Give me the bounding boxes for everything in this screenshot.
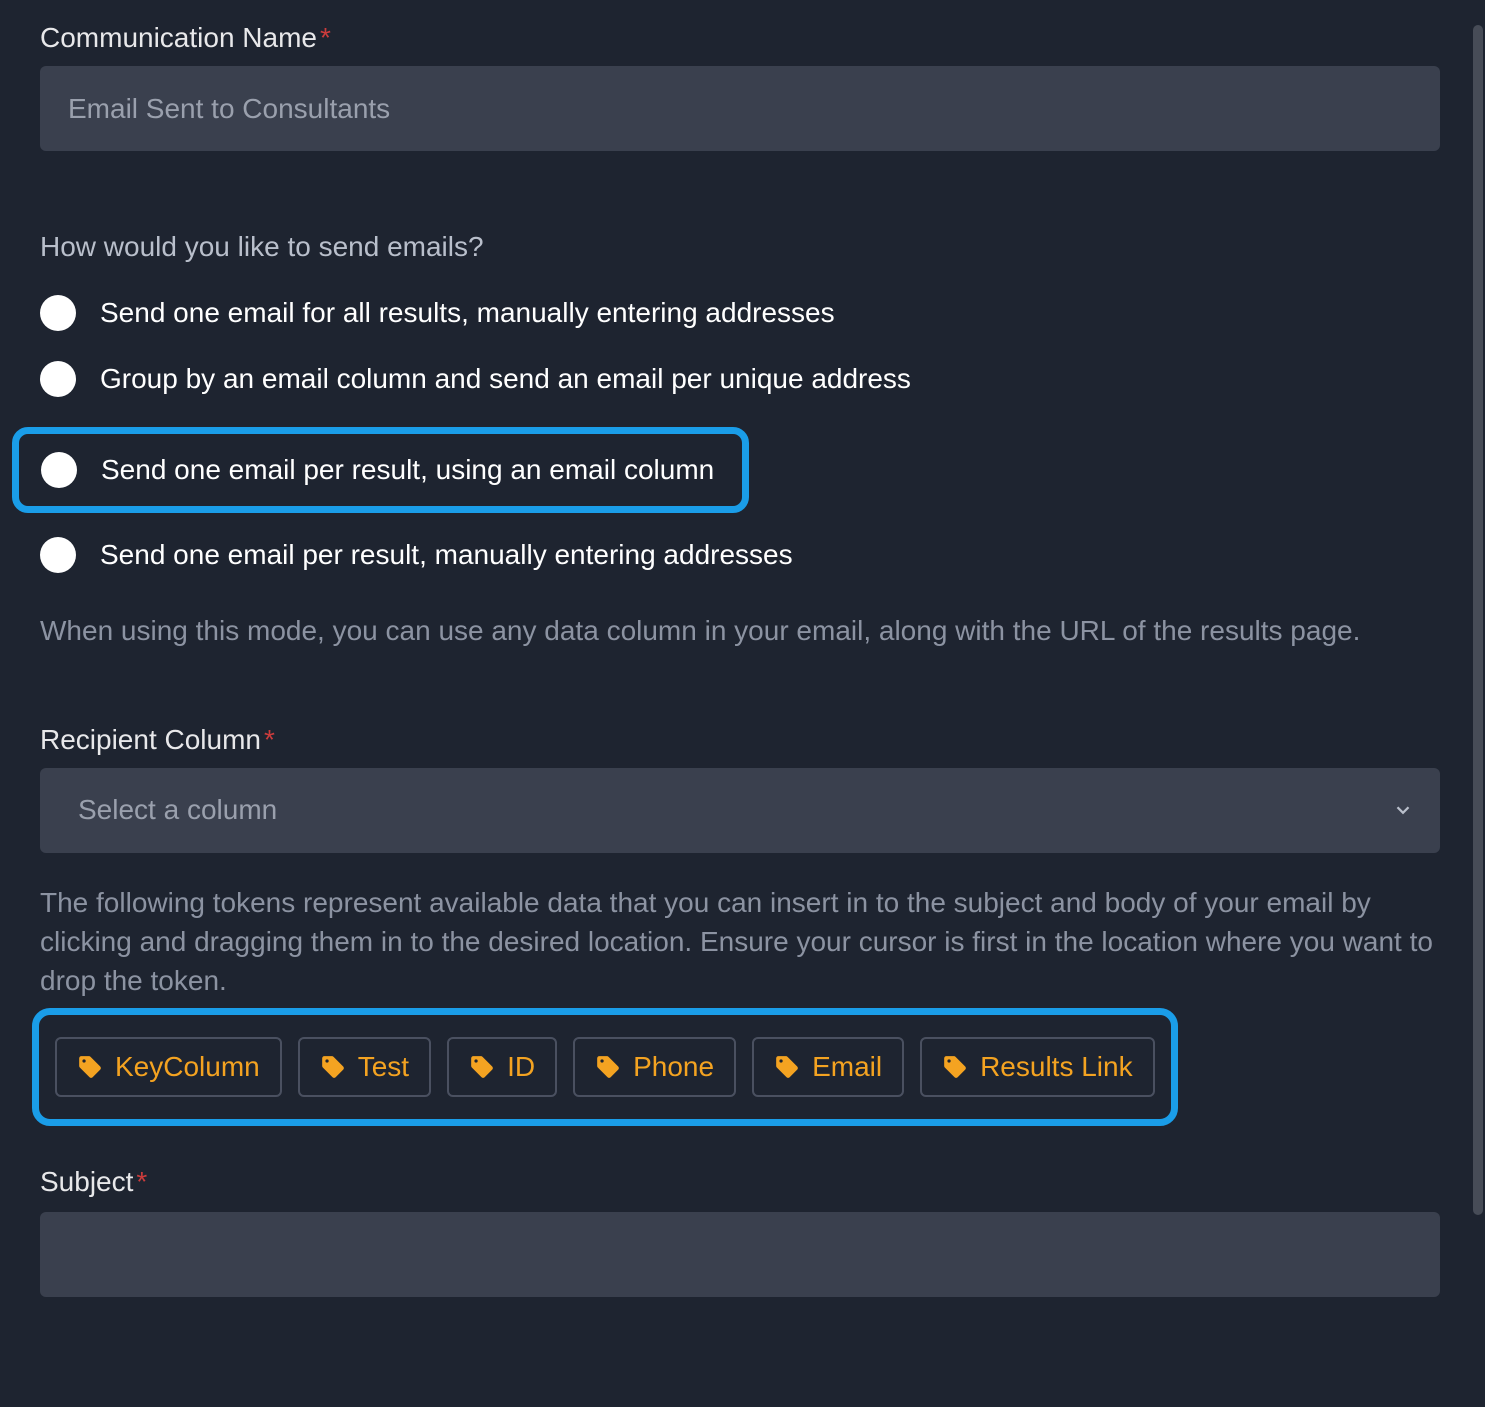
token-email[interactable]: Email [752, 1037, 904, 1097]
send-mode-help-text: When using this mode, you can use any da… [40, 611, 1440, 652]
subject-input[interactable] [40, 1212, 1440, 1297]
token-results-link[interactable]: Results Link [920, 1037, 1155, 1097]
token-label: Email [812, 1051, 882, 1083]
token-phone[interactable]: Phone [573, 1037, 736, 1097]
radio-icon [40, 295, 76, 331]
chevron-down-icon [1392, 799, 1414, 821]
tokens-help-text: The following tokens represent available… [40, 883, 1445, 1001]
radio-label: Send one email for all results, manually… [100, 297, 835, 329]
radio-icon [40, 361, 76, 397]
tag-icon [77, 1054, 103, 1080]
radio-icon [40, 537, 76, 573]
radio-label: Group by an email column and send an ema… [100, 363, 911, 395]
token-label: KeyColumn [115, 1051, 260, 1083]
token-label: Phone [633, 1051, 714, 1083]
radio-icon-selected [41, 452, 77, 488]
tag-icon [320, 1054, 346, 1080]
tokens-highlight: KeyColumn Test ID Phone Email [32, 1008, 1178, 1126]
radio-option-highlight: Send one email per result, using an emai… [12, 427, 749, 513]
communication-name-label: Communication Name* [40, 22, 1445, 54]
required-mark: * [320, 22, 331, 53]
radio-option-all-results[interactable]: Send one email for all results, manually… [40, 295, 1445, 331]
token-keycolumn[interactable]: KeyColumn [55, 1037, 282, 1097]
radio-label: Send one email per result, using an emai… [101, 454, 714, 486]
radio-label: Send one email per result, manually ente… [100, 539, 793, 571]
recipient-column-select[interactable]: Select a column [40, 768, 1440, 853]
token-label: ID [507, 1051, 535, 1083]
tag-icon [942, 1054, 968, 1080]
tag-icon [469, 1054, 495, 1080]
scrollbar-track[interactable] [1471, 22, 1485, 1407]
radio-option-per-result-manual[interactable]: Send one email per result, manually ente… [40, 537, 1445, 573]
token-test[interactable]: Test [298, 1037, 431, 1097]
radio-option-group-by-column[interactable]: Group by an email column and send an ema… [40, 361, 1445, 397]
recipient-column-label: Recipient Column* [40, 724, 1445, 756]
tag-icon [774, 1054, 800, 1080]
subject-label: Subject* [40, 1166, 1445, 1198]
send-mode-radio-group: Send one email for all results, manually… [40, 295, 1445, 573]
scrollbar-thumb[interactable] [1473, 25, 1483, 1215]
radio-option-per-result-column[interactable]: Send one email per result, using an emai… [41, 452, 714, 488]
send-mode-question: How would you like to send emails? [40, 231, 1445, 263]
token-label: Test [358, 1051, 409, 1083]
select-placeholder: Select a column [78, 794, 277, 826]
token-id[interactable]: ID [447, 1037, 557, 1097]
token-label: Results Link [980, 1051, 1133, 1083]
required-mark: * [264, 724, 275, 755]
tag-icon [595, 1054, 621, 1080]
communication-name-input[interactable] [40, 66, 1440, 151]
required-mark: * [136, 1166, 147, 1197]
